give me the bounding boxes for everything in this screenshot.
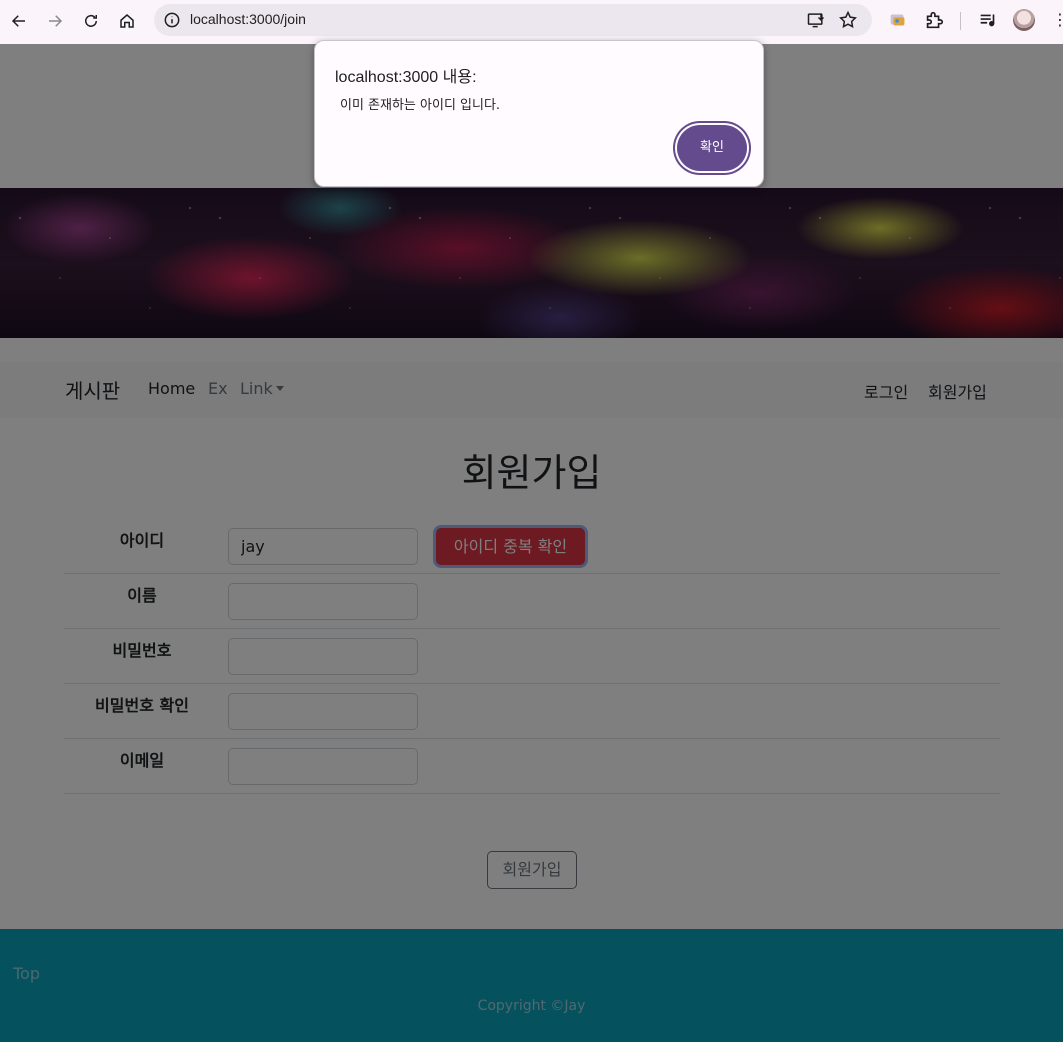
extension-puzzle-icon[interactable] (923, 9, 945, 31)
reload-icon[interactable] (78, 8, 104, 34)
media-control-icon[interactable] (977, 9, 999, 31)
home-icon[interactable] (114, 8, 140, 34)
more-menu-icon[interactable]: ⋮ (1052, 10, 1063, 30)
forward-icon[interactable] (42, 8, 68, 34)
dialog-ok-button[interactable]: 확인 (677, 125, 747, 171)
back-icon[interactable] (6, 8, 32, 34)
alert-dialog: localhost:3000 내용: 이미 존재하는 아이디 입니다. 확인 (314, 40, 764, 187)
profile-avatar[interactable] (1013, 9, 1035, 31)
media-gallery-icon[interactable] (887, 9, 909, 31)
toolbar-separator (960, 12, 961, 30)
modal-backdrop (0, 44, 1063, 1042)
bookmark-star-icon[interactable] (838, 10, 858, 30)
address-bar[interactable]: localhost:3000/join (154, 4, 872, 36)
browser-toolbar: localhost:3000/join ⋮ (0, 0, 1063, 44)
install-app-icon[interactable] (806, 10, 826, 30)
dialog-origin-text: localhost:3000 내용: (335, 69, 477, 86)
url-text: localhost:3000/join (190, 11, 306, 27)
site-info-icon[interactable] (162, 10, 182, 30)
dialog-message: 이미 존재하는 아이디 입니다. (340, 98, 501, 113)
